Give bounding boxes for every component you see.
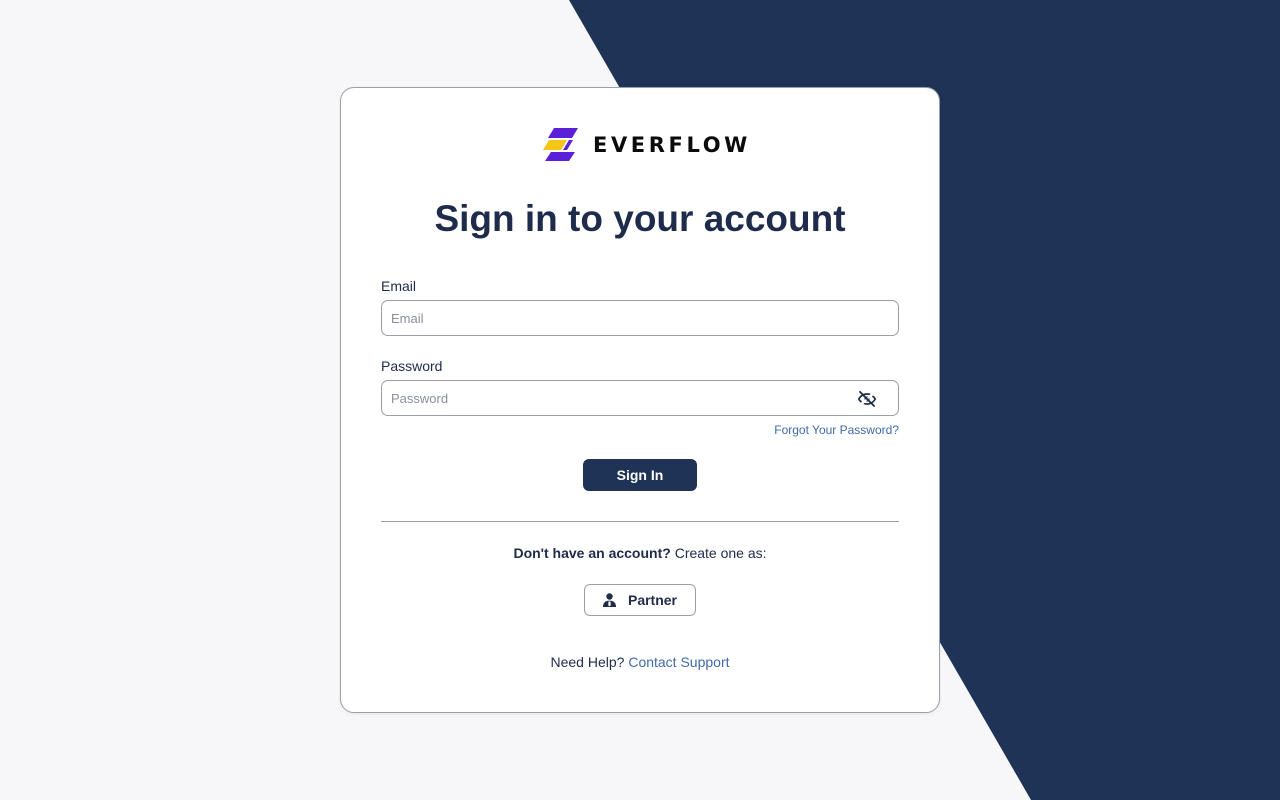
sign-in-button[interactable]: Sign In: [583, 459, 697, 491]
email-label: Email: [381, 278, 417, 294]
everflow-logo-icon: [543, 128, 578, 161]
password-input[interactable]: [382, 381, 898, 415]
partner-button-label: Partner: [627, 592, 678, 608]
brand-name: EVERFLOW: [593, 133, 751, 157]
signup-prompt: Don't have an account? Create one as:: [341, 545, 939, 561]
partner-signup-button[interactable]: Partner: [584, 584, 696, 616]
page-title: Sign in to your account: [434, 198, 846, 239]
divider: [381, 521, 899, 522]
signup-prompt-rest: Create one as:: [670, 545, 767, 561]
signin-card: EVERFLOW Sign in to your account Email P…: [340, 87, 940, 713]
forgot-password-link[interactable]: Forgot Your Password?: [774, 423, 899, 437]
email-field-wrapper: [381, 300, 899, 336]
contact-support-link[interactable]: Contact Support: [628, 654, 729, 670]
password-label: Password: [381, 358, 443, 374]
help-text: Need Help? Contact Support: [341, 654, 939, 670]
password-field-wrapper: [381, 380, 899, 416]
brand-logo: EVERFLOW: [543, 128, 751, 162]
eye-off-icon[interactable]: [856, 389, 878, 409]
email-input[interactable]: [382, 301, 898, 335]
help-prefix: Need Help?: [550, 654, 629, 670]
user-tie-icon: [602, 593, 616, 607]
signup-prompt-bold: Don't have an account?: [513, 545, 671, 561]
